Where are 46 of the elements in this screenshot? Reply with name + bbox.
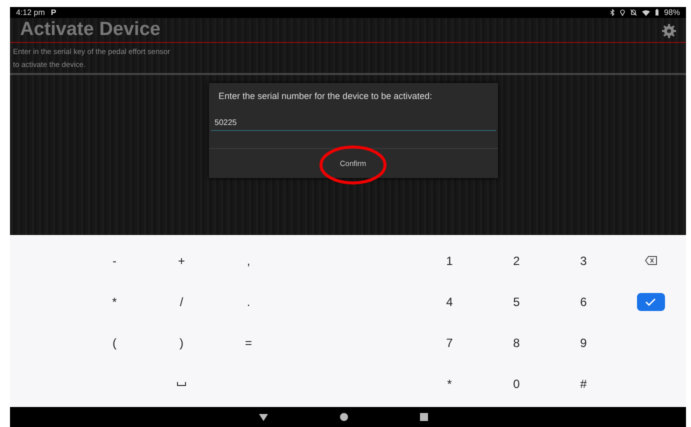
keyboard-key[interactable]: * [104,290,125,312]
page-title: Activate Device [20,19,160,41]
keyboard-key[interactable]: = [236,332,260,354]
keyboard-key[interactable]: / [172,290,192,312]
status-time: 4:12 pm [16,8,45,17]
back-triangle-icon [258,414,268,420]
highlight-circle [319,145,387,185]
keyboard-key[interactable]: 8 [505,332,528,354]
keyboard-key[interactable]: 2 [505,250,528,272]
bluetooth-icon [610,9,615,16]
home-button[interactable] [340,413,348,421]
keyboard-key[interactable]: 0 [505,372,528,394]
done-key[interactable] [636,292,664,310]
keyboard-key[interactable]: 4 [438,290,461,312]
keyboard-key[interactable]: 9 [572,332,595,354]
wifi-icon [642,10,650,16]
keyboard-key[interactable]: + [170,250,193,272]
keyboard-key[interactable]: 6 [572,290,595,312]
battery-icon [654,9,659,16]
keyboard-key[interactable]: * [439,372,460,394]
recents-square-icon [420,413,428,421]
backspace-icon [644,256,656,265]
recents-button[interactable] [420,413,428,421]
keyboard-key[interactable]: . [238,290,258,312]
keyboard-key[interactable]: ( [104,332,124,354]
settings-icon [660,22,676,38]
keyboard-key[interactable]: ) [172,332,192,354]
keyboard-key[interactable]: # [572,372,595,394]
back-button[interactable] [258,414,268,420]
space-key[interactable] [175,380,188,388]
location-icon [620,9,625,16]
keyboard-key[interactable]: 7 [438,332,461,354]
keyboard-key[interactable]: - [104,250,124,272]
keyboard-key[interactable]: 1 [438,250,461,272]
dialog-prompt: Enter the serial number for the device to be activated: [218,90,434,101]
serial-input-field[interactable]: 50225 [210,115,496,131]
muted-bell-icon [630,9,637,16]
battery-percent: 98% [664,8,680,17]
backspace-key[interactable] [642,254,658,267]
keyboard-key[interactable]: 5 [505,290,528,312]
home-circle-icon [340,413,348,421]
notification-letter: P [50,8,56,17]
space-bar-icon [177,382,186,386]
keyboard-key[interactable]: 3 [572,250,595,272]
keyboard-key[interactable]: , [238,250,258,272]
checkmark-icon [645,298,656,306]
